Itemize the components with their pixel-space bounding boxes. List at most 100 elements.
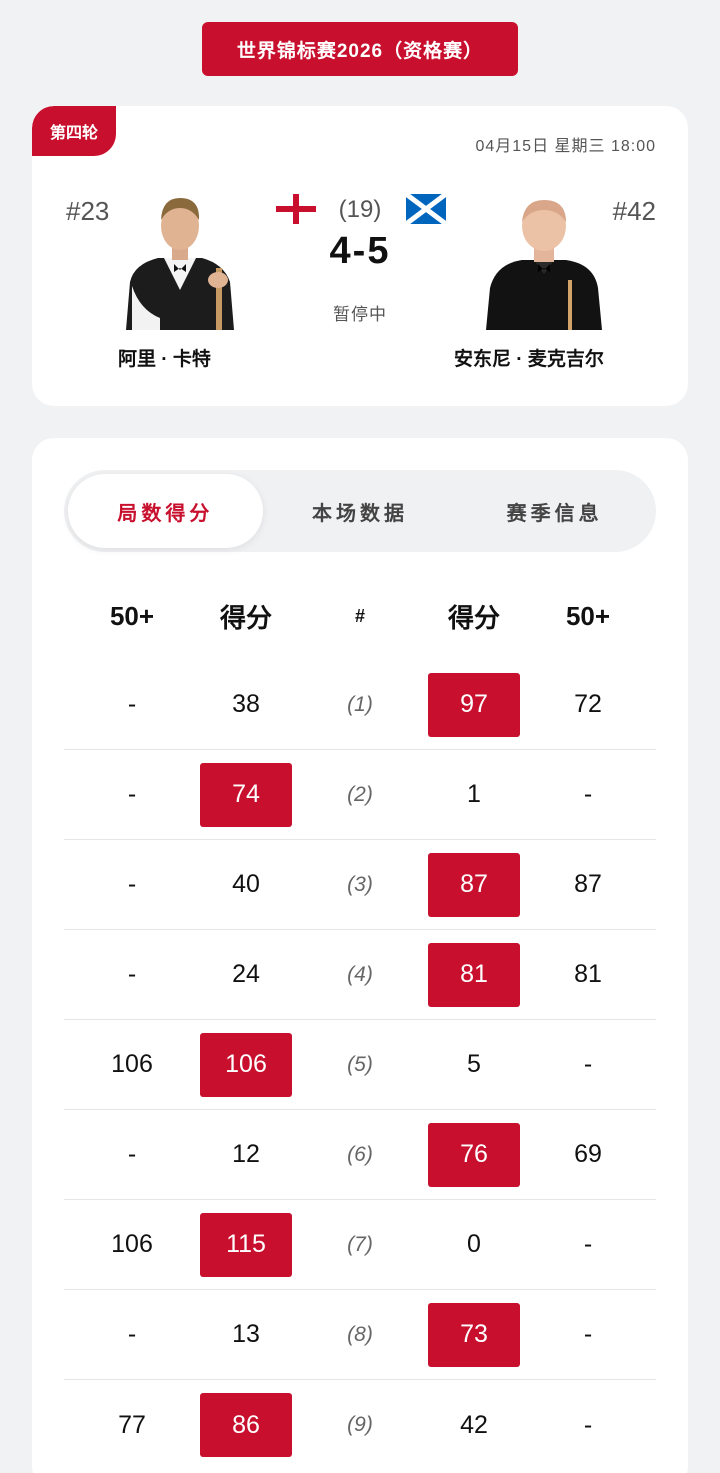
- scotland-flag-icon: [406, 194, 446, 224]
- left-break-value: 106: [111, 1230, 153, 1258]
- right-score-value-cell: 0: [428, 1213, 520, 1277]
- event-title: 世界锦标赛2026（资格赛）: [202, 22, 518, 76]
- left-score-value-cell: 86: [200, 1393, 292, 1457]
- left-score-value: 86: [200, 1393, 292, 1457]
- best-of-frames: (19): [338, 196, 382, 223]
- right-score-value-cell: 73: [428, 1302, 520, 1367]
- table-body: - 38 (1) 97 72 - 74 (2) 1 - - 40 (3) 87 87 - 24 (4) 81 81 10…: [64, 660, 656, 1470]
- left-break-value: -: [127, 960, 137, 988]
- left-break-value: -: [127, 780, 137, 808]
- left-score-value-cell: 74: [200, 762, 292, 827]
- frame-number-cell: (3): [292, 873, 428, 897]
- left-score-value-cell: 38: [200, 673, 292, 737]
- match-datetime: 04月15日 星期三 18:00: [475, 138, 656, 155]
- header-left-score: 得分: [219, 602, 272, 633]
- right-break-value: -: [583, 1050, 593, 1078]
- frame-number: (8): [347, 1322, 373, 1346]
- header-frame: #: [354, 605, 365, 626]
- left-score-value-cell: 106: [200, 1032, 292, 1097]
- round-badge: 第四轮: [32, 106, 116, 156]
- right-score-value: 1: [467, 780, 481, 808]
- right-break-value-cell: 72: [520, 690, 656, 719]
- left-break-value: 77: [118, 1410, 146, 1439]
- left-break-value-cell: 106: [64, 1230, 200, 1259]
- tab-match-stats[interactable]: 本场数据: [263, 474, 458, 548]
- right-break-value: 72: [574, 690, 602, 718]
- tab-season-info[interactable]: 赛季信息: [457, 474, 652, 548]
- frame-number: (2): [347, 782, 373, 806]
- left-break-value-cell: -: [64, 690, 200, 719]
- table-row: - 13 (8) 73 -: [64, 1290, 656, 1380]
- right-break-value-cell: -: [520, 1320, 656, 1349]
- header-left-break: 50+: [109, 600, 155, 631]
- frame-number: (1): [347, 692, 373, 716]
- left-break-value-cell: -: [64, 1140, 200, 1169]
- left-score-value-cell: 115: [200, 1212, 292, 1277]
- right-score-value: 76: [428, 1122, 520, 1187]
- right-score-value-cell: 1: [428, 763, 520, 827]
- frame-number-cell: (9): [292, 1413, 428, 1437]
- right-break-value-cell: -: [520, 1411, 656, 1440]
- right-score-value: 42: [460, 1410, 488, 1439]
- right-break-value-cell: 81: [520, 960, 656, 989]
- left-break-value: -: [127, 690, 137, 718]
- right-score-value: 5: [467, 1050, 481, 1078]
- match-card: 第四轮 04月15日 星期三 18:00 #23 #42 阿里 · 卡特 安东尼…: [32, 106, 688, 406]
- left-player-seed: #23: [66, 196, 110, 226]
- detail-card: 局数得分 本场数据 赛季信息 50+ 得分 # 得分 50+ - 38 (1) 97 7…: [32, 438, 688, 1473]
- table-row: - 74 (2) 1 -: [64, 750, 656, 840]
- left-score-value-cell: 40: [200, 853, 292, 917]
- left-player-name[interactable]: 阿里 · 卡特: [118, 344, 211, 371]
- table-row: - 24 (4) 81 81: [64, 930, 656, 1020]
- right-break-value: 69: [574, 1140, 602, 1168]
- left-break-value-cell: -: [64, 780, 200, 809]
- right-player-seed: #42: [612, 196, 656, 226]
- frame-number: (3): [347, 872, 373, 896]
- table-header: 50+ 得分 # 得分 50+: [64, 572, 656, 660]
- table-row: - 40 (3) 87 87: [64, 840, 656, 930]
- right-break-value: -: [583, 1230, 593, 1258]
- right-score-value-cell: 42: [428, 1393, 520, 1457]
- frame-score-table: 50+ 得分 # 得分 50+ - 38 (1) 97 72 - 74 (2) 1 - - 40 (3)…: [64, 572, 656, 1470]
- right-break-value-cell: -: [520, 780, 656, 809]
- left-score-value: 38: [232, 690, 260, 718]
- left-break-value: -: [127, 870, 137, 898]
- tab-bar: 局数得分 本场数据 赛季信息: [64, 470, 656, 552]
- left-break-value: -: [127, 1320, 137, 1348]
- right-score-value: 97: [428, 672, 520, 737]
- left-break-value-cell: -: [64, 1320, 200, 1349]
- right-break-value: -: [583, 780, 593, 808]
- right-score-value-cell: 87: [428, 852, 520, 917]
- left-score-value: 74: [200, 762, 292, 827]
- right-break-value-cell: 69: [520, 1140, 656, 1169]
- left-score-value: 106: [200, 1032, 292, 1097]
- right-break-value-cell: 87: [520, 870, 656, 899]
- england-flag-icon: [276, 194, 316, 224]
- left-score-value-cell: 12: [200, 1123, 292, 1187]
- right-score-value: 87: [428, 852, 520, 917]
- right-score-value: 81: [428, 942, 520, 1007]
- right-break-value-cell: -: [520, 1230, 656, 1259]
- table-row: - 38 (1) 97 72: [64, 660, 656, 750]
- tab-frame-scores[interactable]: 局数得分: [68, 474, 263, 548]
- frame-number-cell: (4): [292, 963, 428, 987]
- left-break-value-cell: -: [64, 960, 200, 989]
- right-score-value-cell: 97: [428, 672, 520, 737]
- right-score-value-cell: 5: [428, 1033, 520, 1097]
- frame-number-cell: (8): [292, 1323, 428, 1347]
- right-break-value-cell: -: [520, 1050, 656, 1079]
- left-player-avatar[interactable]: [120, 190, 240, 330]
- frame-number: (7): [347, 1232, 373, 1256]
- left-break-value: -: [127, 1140, 137, 1168]
- right-player-name[interactable]: 安东尼 · 麦克吉尔: [454, 344, 604, 371]
- right-player-avatar[interactable]: [484, 190, 604, 330]
- left-score-value: 12: [232, 1140, 260, 1168]
- table-row: 106 115 (7) 0 -: [64, 1200, 656, 1290]
- right-score-value-cell: 76: [428, 1122, 520, 1187]
- left-break-value-cell: 106: [64, 1050, 200, 1079]
- right-break-value: 87: [574, 870, 602, 898]
- frame-number-cell: (5): [292, 1053, 428, 1077]
- table-row: 106 106 (5) 5 -: [64, 1020, 656, 1110]
- frame-number-cell: (1): [292, 693, 428, 717]
- frame-number-cell: (6): [292, 1143, 428, 1167]
